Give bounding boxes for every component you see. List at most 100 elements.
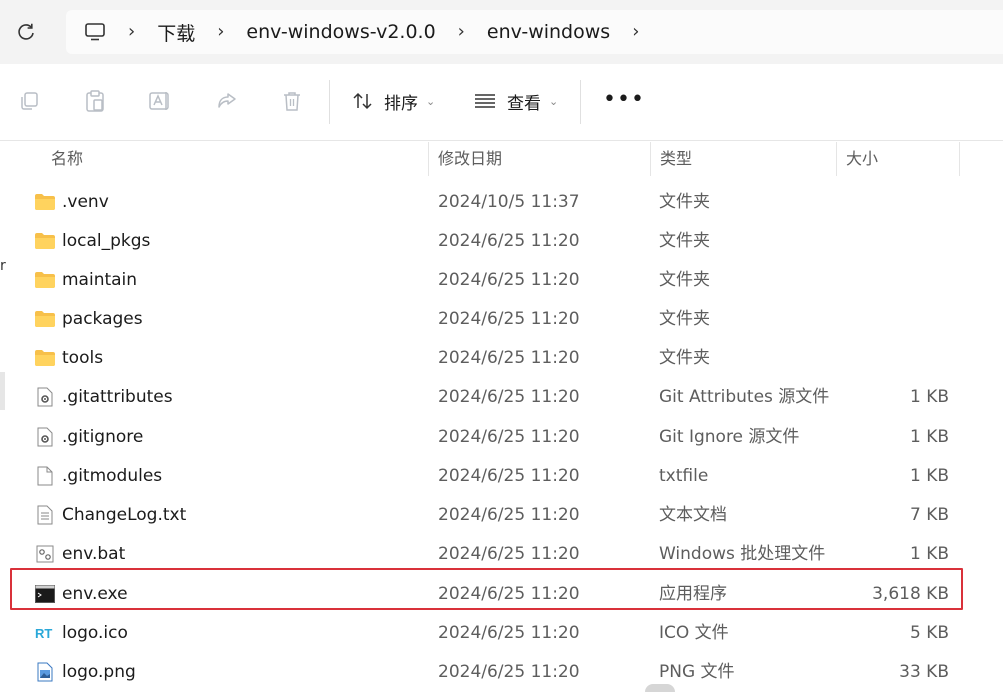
- file-row[interactable]: .gitmodules 2024/6/25 11:20 txtfile 1 KB: [0, 457, 1003, 496]
- svg-text:RT: RT: [35, 626, 52, 641]
- address-bar[interactable]: › 下载 › env-windows-v2.0.0 › env-windows …: [66, 10, 1003, 54]
- file-row[interactable]: local_pkgs 2024/6/25 11:20 文件夹: [0, 222, 1003, 261]
- share-icon[interactable]: [214, 88, 240, 114]
- view-label: 查看: [507, 93, 541, 114]
- chevron-right-icon[interactable]: ›: [217, 23, 224, 41]
- file-row[interactable]: logo.png 2024/6/25 11:20 PNG 文件 33 KB: [0, 653, 1003, 692]
- breadcrumb-downloads[interactable]: 下载: [157, 19, 195, 46]
- file-type: Git Attributes 源文件: [659, 387, 830, 407]
- file-name: maintain: [62, 270, 138, 290]
- chevron-down-icon: ⌄: [549, 94, 559, 108]
- file-modified: 2024/10/5 11:37: [438, 192, 580, 212]
- column-divider[interactable]: [836, 142, 837, 176]
- file-type: Git Ignore 源文件: [659, 427, 800, 447]
- chevron-right-icon[interactable]: ›: [632, 23, 639, 41]
- view-button[interactable]: 查看 ⌄: [474, 86, 558, 116]
- toolbar-divider: [329, 80, 330, 124]
- file-modified: 2024/6/25 11:20: [438, 466, 580, 486]
- file-row[interactable]: .gitattributes 2024/6/25 11:20 Git Attri…: [0, 378, 1003, 417]
- folder-icon: [34, 348, 56, 368]
- file-size: 1 KB: [909, 427, 949, 447]
- file-modified: 2024/6/25 11:20: [438, 505, 580, 525]
- file-name: .gitmodules: [62, 466, 163, 486]
- address-bar-region: › 下载 › env-windows-v2.0.0 › env-windows …: [0, 0, 1003, 64]
- file-name: .venv: [62, 192, 109, 212]
- file-type: ICO 文件: [659, 623, 729, 643]
- file-row[interactable]: tools 2024/6/25 11:20 文件夹: [0, 339, 1003, 378]
- file-modified: 2024/6/25 11:20: [438, 348, 580, 368]
- chevron-right-icon[interactable]: ›: [458, 23, 465, 41]
- view-list-icon: [475, 94, 495, 108]
- breadcrumb-env-windows[interactable]: env-windows: [487, 21, 610, 43]
- text-file-icon: [34, 505, 56, 525]
- file-name: .gitignore: [62, 427, 144, 447]
- copy-icon[interactable]: [16, 88, 42, 114]
- file-size: 7 KB: [909, 505, 949, 525]
- sort-icon: [353, 92, 372, 110]
- file-modified: 2024/6/25 11:20: [438, 623, 580, 643]
- chevron-right-icon[interactable]: ›: [128, 23, 135, 41]
- file-name: logo.ico: [62, 623, 128, 643]
- sort-label: 排序: [384, 93, 418, 114]
- file-type: 文件夹: [659, 231, 710, 251]
- file-size: 1 KB: [909, 387, 949, 407]
- command-bar: 排序 ⌄ 查看 ⌄ •••: [0, 64, 1003, 141]
- refresh-icon: [18, 23, 34, 40]
- chevron-down-icon: ⌄: [426, 94, 436, 108]
- file-size: 5 KB: [909, 623, 949, 643]
- column-divider[interactable]: [959, 142, 960, 176]
- refresh-button[interactable]: [12, 18, 40, 46]
- file-row[interactable]: ChangeLog.txt 2024/6/25 11:20 文本文档 7 KB: [0, 496, 1003, 535]
- file-type: 文件夹: [659, 348, 710, 368]
- toolbar-divider: [580, 80, 581, 124]
- file-type: 文件夹: [659, 192, 710, 212]
- scroll-indicator[interactable]: [645, 684, 675, 692]
- image-file-icon: [34, 662, 56, 682]
- column-header-modified[interactable]: 修改日期: [438, 141, 502, 177]
- config-file-icon: [34, 387, 56, 407]
- rt-logo-icon: RT: [34, 623, 56, 643]
- file-modified: 2024/6/25 11:20: [438, 427, 580, 447]
- sort-button[interactable]: 排序 ⌄: [352, 86, 435, 116]
- file-size: 33 KB: [899, 662, 949, 682]
- file-row[interactable]: packages 2024/6/25 11:20 文件夹: [0, 300, 1003, 339]
- folder-icon: [34, 309, 56, 329]
- column-header-name[interactable]: 名称: [51, 141, 83, 177]
- column-divider[interactable]: [650, 142, 651, 176]
- file-type: txtfile: [659, 466, 709, 486]
- file-type: 文件夹: [659, 309, 710, 329]
- file-type: 文本文档: [659, 505, 727, 525]
- column-header-type[interactable]: 类型: [660, 141, 692, 177]
- file-row[interactable]: maintain 2024/6/25 11:20 文件夹: [0, 261, 1003, 300]
- file-row[interactable]: RT logo.ico 2024/6/25 11:20 ICO 文件 5 KB: [0, 614, 1003, 653]
- file-modified: 2024/6/25 11:20: [438, 387, 580, 407]
- blank-file-icon: [34, 466, 56, 486]
- highlight-box: [10, 568, 963, 610]
- breadcrumb-env-windows-v2[interactable]: env-windows-v2.0.0: [246, 21, 435, 43]
- file-modified: 2024/6/25 11:20: [438, 309, 580, 329]
- column-header-size[interactable]: 大小: [846, 141, 878, 177]
- rename-icon[interactable]: [147, 88, 173, 114]
- more-options-icon[interactable]: •••: [603, 89, 645, 111]
- file-type: 文件夹: [659, 270, 710, 290]
- batch-file-icon: [34, 544, 56, 564]
- file-modified: 2024/6/25 11:20: [438, 662, 580, 682]
- file-name: tools: [62, 348, 104, 368]
- file-name: local_pkgs: [62, 231, 151, 251]
- config-file-icon: [34, 427, 56, 447]
- file-name: logo.png: [62, 662, 136, 682]
- column-divider[interactable]: [428, 142, 429, 176]
- file-row[interactable]: .gitignore 2024/6/25 11:20 Git Ignore 源文…: [0, 418, 1003, 457]
- file-size: 1 KB: [909, 466, 949, 486]
- folder-icon: [34, 231, 56, 251]
- file-row[interactable]: .venv 2024/10/5 11:37 文件夹: [0, 183, 1003, 222]
- file-name: packages: [62, 309, 143, 329]
- file-name: .gitattributes: [62, 387, 173, 407]
- file-modified: 2024/6/25 11:20: [438, 270, 580, 290]
- folder-icon: [34, 270, 56, 290]
- folder-icon: [34, 192, 56, 212]
- file-modified: 2024/6/25 11:20: [438, 231, 580, 251]
- delete-icon[interactable]: [279, 88, 305, 114]
- paste-icon[interactable]: [82, 88, 108, 114]
- this-pc-icon[interactable]: [84, 21, 108, 43]
